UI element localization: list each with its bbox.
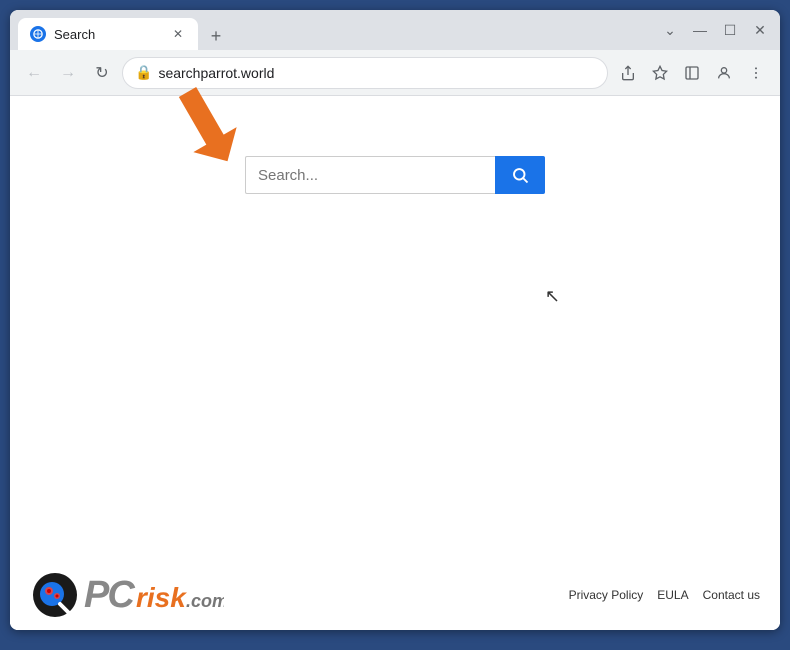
svg-text:risk: risk [136, 582, 187, 613]
svg-text:.com: .com [186, 591, 224, 611]
tab-favicon [30, 26, 46, 42]
search-input[interactable] [245, 156, 495, 194]
page-footer: PC risk .com Privacy Policy EULA Contact… [10, 560, 780, 630]
contact-us-link[interactable]: Contact us [703, 588, 760, 602]
search-button[interactable] [495, 156, 545, 194]
title-bar-controls: ⌄ — ☐ ✕ [658, 18, 772, 42]
address-text: searchparrot.world [158, 65, 274, 81]
maximize-button[interactable]: ☐ [718, 18, 742, 42]
menu-button[interactable] [742, 59, 770, 87]
profile-button[interactable] [710, 59, 738, 87]
cursor: ↖ [545, 286, 560, 307]
footer-links: Privacy Policy EULA Contact us [569, 588, 760, 602]
toolbar: ← → ↻ 🔒 searchparrot.world [10, 50, 780, 96]
new-tab-button[interactable]: + [202, 22, 230, 50]
tab-close-button[interactable]: ✕ [170, 26, 186, 42]
reload-button[interactable]: ↻ [88, 59, 116, 87]
svg-text:PC: PC [84, 574, 135, 615]
chevron-down-button[interactable]: ⌄ [658, 18, 682, 42]
minimize-button[interactable]: — [688, 18, 712, 42]
search-area [10, 96, 780, 194]
toolbar-actions [614, 59, 770, 87]
search-box-wrapper [245, 156, 545, 194]
pcrisk-wordmark: PC risk .com [84, 571, 224, 620]
pcrisk-logo-icon [30, 570, 80, 620]
close-button[interactable]: ✕ [748, 18, 772, 42]
lock-icon: 🔒 [135, 64, 152, 81]
title-bar: Search ✕ + ⌄ — ☐ ✕ [10, 10, 780, 50]
tab-area: Search ✕ + [18, 10, 658, 50]
address-bar[interactable]: 🔒 searchparrot.world [122, 57, 608, 89]
forward-button[interactable]: → [54, 59, 82, 87]
share-button[interactable] [614, 59, 642, 87]
annotation-arrow [170, 86, 250, 181]
sidebar-button[interactable] [678, 59, 706, 87]
active-tab[interactable]: Search ✕ [18, 18, 198, 50]
tab-title: Search [54, 27, 162, 42]
eula-link[interactable]: EULA [657, 588, 688, 602]
pcrisk-logo: PC risk .com [30, 570, 224, 620]
bookmark-button[interactable] [646, 59, 674, 87]
page-content: ↖ PC ris [10, 96, 780, 630]
back-button[interactable]: ← [20, 59, 48, 87]
browser-window: Search ✕ + ⌄ — ☐ ✕ ← → ↻ 🔒 searchparrot.… [10, 10, 780, 630]
privacy-policy-link[interactable]: Privacy Policy [569, 588, 644, 602]
